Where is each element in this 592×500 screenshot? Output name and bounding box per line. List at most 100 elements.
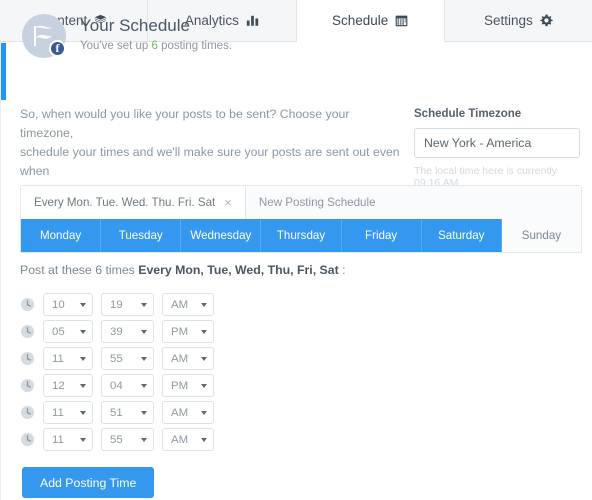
day-sunday-label: Sunday xyxy=(521,229,562,242)
schedule-pill-active-label: Every Mon. Tue. Wed. Thu. Fri. Sat xyxy=(34,196,216,209)
meridiem-value-6: AM xyxy=(171,433,189,446)
meridiem-value-2: PM xyxy=(171,325,189,338)
meridiem-select-6[interactable]: AM xyxy=(162,428,214,451)
chevron-down-icon xyxy=(80,383,86,388)
minute-select-6[interactable]: 55 xyxy=(101,428,154,451)
close-icon[interactable]: × xyxy=(224,196,232,209)
post-times-days: Every Mon, Tue, Wed, Thu, Fri, Sat xyxy=(138,263,339,277)
clock-icon xyxy=(20,432,35,447)
chevron-down-icon xyxy=(201,383,207,388)
avatar: f xyxy=(22,14,66,58)
chevron-down-icon xyxy=(201,356,207,361)
hour-select-1[interactable]: 10 xyxy=(43,293,93,316)
subtitle-suffix: posting times. xyxy=(157,39,233,52)
day-tuesday-label: Tuesday xyxy=(118,229,163,242)
minute-value-6: 55 xyxy=(110,433,123,446)
chevron-down-icon xyxy=(141,410,147,415)
chevron-down-icon xyxy=(141,329,147,334)
chevron-down-icon xyxy=(80,329,86,334)
hour-select-4[interactable]: 12 xyxy=(43,374,93,397)
facebook-badge: f xyxy=(49,40,66,57)
chevron-down-icon xyxy=(201,329,207,334)
page-subtitle: You've set up 6 posting times. xyxy=(80,40,232,52)
posting-time-row: 11 55 AM xyxy=(20,345,214,372)
day-saturday-label: Saturday xyxy=(438,229,485,242)
posting-times-list: 10 19 AM 05 39 PM 11 55 AM 12 04 PM 11 5… xyxy=(20,291,214,453)
day-friday[interactable]: Friday xyxy=(341,219,422,252)
page-title: Your Schedule xyxy=(80,16,190,35)
day-monday-label: Monday xyxy=(39,229,82,242)
active-panel-accent-bar xyxy=(1,43,6,100)
meridiem-select-2[interactable]: PM xyxy=(162,320,214,343)
meridiem-value-4: PM xyxy=(171,379,189,392)
minute-select-5[interactable]: 51 xyxy=(101,401,154,424)
day-thursday[interactable]: Thursday xyxy=(261,219,342,252)
chevron-down-icon xyxy=(141,437,147,442)
meridiem-value-3: AM xyxy=(171,352,189,365)
day-sunday[interactable]: Sunday xyxy=(501,219,581,252)
hour-select-5[interactable]: 11 xyxy=(43,401,93,424)
subtitle-prefix: You've set up xyxy=(80,39,152,52)
clock-icon xyxy=(20,324,35,339)
hour-value-1: 10 xyxy=(52,298,65,311)
chevron-down-icon xyxy=(201,302,207,307)
intro-line-2: schedule your times and we'll make sure … xyxy=(20,145,400,178)
minute-value-4: 04 xyxy=(110,379,123,392)
hour-select-2[interactable]: 05 xyxy=(43,320,93,343)
hour-value-2: 05 xyxy=(52,325,65,338)
minute-value-3: 55 xyxy=(110,352,123,365)
posting-time-row: 12 04 PM xyxy=(20,372,214,399)
day-wednesday[interactable]: Wednesday xyxy=(181,219,262,252)
hour-value-3: 11 xyxy=(52,352,64,365)
minute-select-4[interactable]: 04 xyxy=(101,374,154,397)
chevron-down-icon xyxy=(201,437,207,442)
chevron-down-icon xyxy=(141,383,147,388)
minute-select-1[interactable]: 19 xyxy=(101,293,154,316)
gear-icon xyxy=(540,14,553,27)
chevron-down-icon xyxy=(141,302,147,307)
schedule-pill-tabs: Every Mon. Tue. Wed. Thu. Fri. Sat × New… xyxy=(20,185,582,219)
post-times-summary: Post at these 6 times Every Mon, Tue, We… xyxy=(20,263,346,277)
add-posting-time-button[interactable]: Add Posting Time xyxy=(22,467,155,498)
schedule-pill-active[interactable]: Every Mon. Tue. Wed. Thu. Fri. Sat × xyxy=(21,186,246,219)
schedule-header: f Your Schedule You've set up 6 posting … xyxy=(22,14,232,58)
minute-value-1: 19 xyxy=(110,298,123,311)
post-times-suffix: : xyxy=(338,263,346,277)
schedule-app: Content Analytics Schedule Settings f Yo… xyxy=(0,0,592,500)
tab-schedule[interactable]: Schedule xyxy=(296,0,445,42)
day-thursday-label: Thursday xyxy=(276,229,326,242)
hour-select-3[interactable]: 11 xyxy=(43,347,93,370)
clock-icon xyxy=(20,405,35,420)
meridiem-select-3[interactable]: AM xyxy=(162,347,214,370)
day-saturday[interactable]: Saturday xyxy=(421,219,502,252)
new-posting-schedule-label: New Posting Schedule xyxy=(258,196,376,209)
chevron-down-icon xyxy=(80,302,86,307)
minute-select-3[interactable]: 55 xyxy=(101,347,154,370)
day-selector: Monday Tuesday Wednesday Thursday Friday… xyxy=(20,219,582,253)
minute-value-2: 39 xyxy=(110,325,123,338)
minute-value-5: 51 xyxy=(110,406,123,419)
day-monday[interactable]: Monday xyxy=(21,219,102,252)
clock-icon xyxy=(20,351,35,366)
hour-value-6: 11 xyxy=(52,433,64,446)
minute-select-2[interactable]: 39 xyxy=(101,320,154,343)
chevron-down-icon xyxy=(80,437,86,442)
tab-settings[interactable]: Settings xyxy=(444,0,592,42)
post-times-prefix: Post at these 6 times xyxy=(20,263,139,277)
tab-settings-label: Settings xyxy=(483,13,533,28)
timezone-input[interactable] xyxy=(414,128,580,158)
day-tuesday[interactable]: Tuesday xyxy=(101,219,182,252)
posting-time-row: 11 51 AM xyxy=(20,399,214,426)
meridiem-select-1[interactable]: AM xyxy=(162,293,214,316)
hour-value-4: 12 xyxy=(52,379,65,392)
meridiem-value-5: AM xyxy=(171,406,189,419)
hour-select-6[interactable]: 11 xyxy=(43,428,93,451)
meridiem-select-5[interactable]: AM xyxy=(162,401,214,424)
meridiem-select-4[interactable]: PM xyxy=(162,374,214,397)
clock-icon xyxy=(20,297,35,312)
new-posting-schedule-tab[interactable]: New Posting Schedule xyxy=(245,186,581,219)
meridiem-value-1: AM xyxy=(171,298,189,311)
day-friday-label: Friday xyxy=(365,229,398,242)
bar-chart-icon xyxy=(246,14,259,27)
chevron-down-icon xyxy=(80,356,86,361)
